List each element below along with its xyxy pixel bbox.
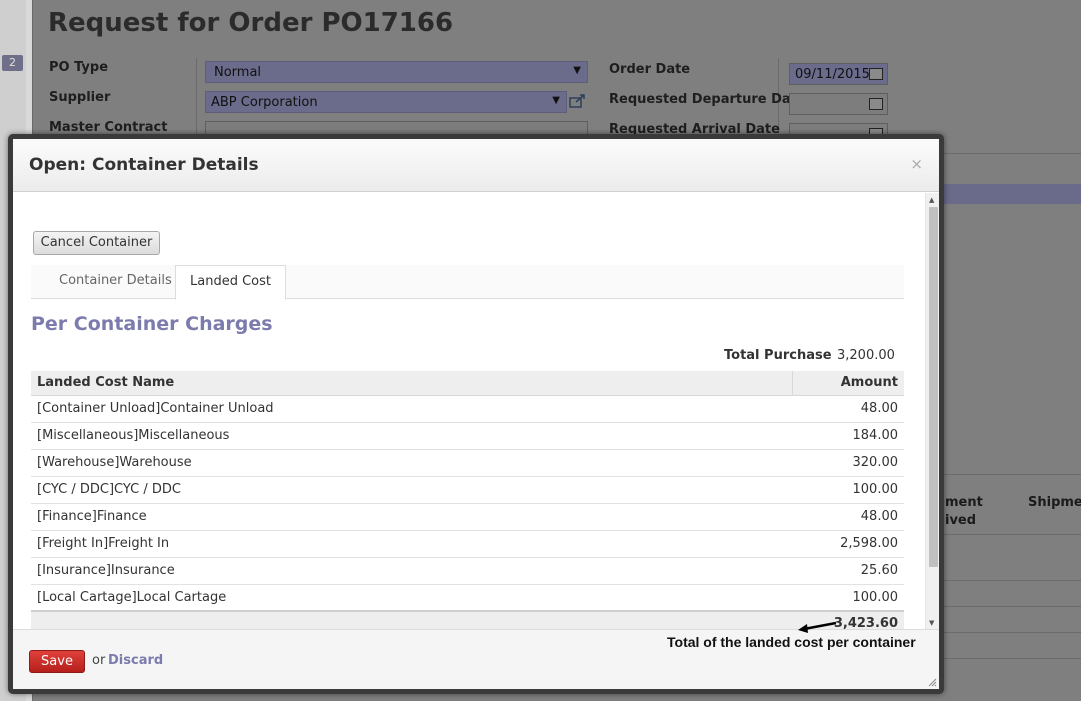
background-row-line	[944, 153, 1081, 173]
scroll-thumb[interactable]	[929, 207, 938, 567]
column-header-line: ment	[945, 495, 983, 510]
page-title-text: Request for Order	[48, 8, 313, 38]
order-date-value: 09/11/2015	[795, 67, 870, 82]
close-icon[interactable]: ×	[910, 155, 923, 173]
or-text: or	[92, 653, 106, 668]
modal-scrollbar[interactable]: ▲ ▼	[925, 193, 939, 629]
landed-cost-name: [Container Unload]Container Unload	[31, 395, 792, 423]
table-row[interactable]: [Local Cartage]Local Cartage 100.00	[31, 584, 904, 612]
section-title: Per Container Charges	[31, 313, 273, 335]
calendar-icon[interactable]	[869, 68, 883, 80]
po-type-value: Normal	[214, 65, 262, 80]
order-date-label: Order Date	[609, 62, 691, 77]
modal-title: Open: Container Details	[29, 155, 259, 175]
table-row[interactable]: [Freight In]Freight In 2,598.00	[31, 530, 904, 558]
landed-cost-name: [Warehouse]Warehouse	[31, 449, 792, 477]
landed-cost-amount: 100.00	[792, 476, 904, 504]
landed-cost-amount: 100.00	[792, 584, 904, 612]
container-details-modal: Open: Container Details × Cancel Contain…	[8, 134, 944, 694]
requested-departure-date-label: Requested Departure Date	[609, 92, 806, 107]
table-row[interactable]: [CYC / DDC]CYC / DDC 100.00	[31, 476, 904, 504]
po-number: PO17166	[321, 8, 454, 38]
background-row-line	[944, 580, 1081, 600]
discard-link[interactable]: Discard	[108, 653, 163, 668]
field-divider	[196, 58, 197, 138]
supplier-select[interactable]: ABP Corporation ▼	[205, 91, 567, 113]
background-row-line	[944, 534, 1081, 554]
table-row[interactable]: [Insurance]Insurance 25.60	[31, 557, 904, 585]
po-type-label: PO Type	[49, 60, 109, 75]
scroll-up-icon[interactable]: ▲	[929, 196, 934, 204]
tab-bar: Container Details Landed Cost	[31, 265, 904, 300]
background-column-header: Shipmen	[1028, 495, 1081, 510]
landed-cost-name: [Local Cartage]Local Cartage	[31, 584, 792, 612]
landed-cost-name: [Miscellaneous]Miscellaneous	[31, 422, 792, 450]
supplier-value: ABP Corporation	[211, 95, 318, 110]
table-row[interactable]: [Warehouse]Warehouse 320.00	[31, 449, 904, 477]
background-row-line	[944, 658, 1081, 678]
column-header-line: ived	[945, 513, 977, 528]
external-link-icon[interactable]	[569, 93, 587, 109]
calendar-icon[interactable]	[869, 98, 883, 110]
cancel-container-button[interactable]: Cancel Container	[33, 231, 160, 255]
resize-grip-icon[interactable]	[927, 677, 937, 687]
po-type-select[interactable]: Normal ▼	[205, 61, 588, 83]
landed-cost-amount: 48.00	[792, 503, 904, 531]
tab-landed-cost[interactable]: Landed Cost	[175, 265, 286, 300]
table-row[interactable]: [Container Unload]Container Unload 48.00	[31, 395, 904, 423]
dropdown-caret-icon: ▼	[552, 95, 560, 106]
total-purchase-label: Total Purchase	[724, 348, 832, 363]
tab-container-details[interactable]: Container Details	[45, 265, 186, 298]
save-button[interactable]: Save	[29, 650, 85, 673]
table-row[interactable]: [Finance]Finance 48.00	[31, 503, 904, 531]
background-highlight-band	[944, 184, 1081, 204]
landed-cost-name: [Finance]Finance	[31, 503, 792, 531]
modal-body: Cancel Container Container Details Lande…	[13, 193, 939, 629]
order-date-field[interactable]: 09/11/2015	[789, 63, 888, 85]
landed-cost-amount: 2,598.00	[792, 530, 904, 558]
total-spacer	[31, 610, 792, 629]
landed-cost-name: [CYC / DDC]CYC / DDC	[31, 476, 792, 504]
annotation-text: Total of the landed cost per container	[667, 634, 916, 650]
landed-cost-table: Landed Cost Name Amount [Container Unloa…	[31, 371, 904, 629]
table-row[interactable]: [Miscellaneous]Miscellaneous 184.00	[31, 422, 904, 450]
landed-cost-amount: 25.60	[792, 557, 904, 585]
background-row-line	[944, 606, 1081, 626]
landed-cost-amount: 184.00	[792, 422, 904, 450]
requested-departure-date-field[interactable]	[789, 93, 888, 115]
landed-cost-name: [Insurance]Insurance	[31, 557, 792, 585]
supplier-label: Supplier	[49, 90, 111, 105]
background-row-line	[944, 474, 1081, 494]
scroll-down-icon[interactable]: ▼	[929, 619, 934, 627]
page-title: Request for Order PO17166	[48, 8, 453, 38]
landed-cost-name: [Freight In]Freight In	[31, 530, 792, 558]
landed-cost-amount: 320.00	[792, 449, 904, 477]
annotation-arrow-icon	[798, 621, 837, 633]
background-column-header: ment ived	[945, 494, 983, 530]
master-contract-label: Master Contract	[49, 120, 168, 135]
dropdown-caret-icon: ▼	[573, 65, 581, 76]
table-total-row: 3,423.60	[31, 610, 904, 629]
column-header-amount[interactable]: Amount	[791, 371, 904, 396]
column-header-name[interactable]: Landed Cost Name	[31, 371, 792, 396]
total-purchase-value: 3,200.00	[837, 348, 895, 363]
landed-cost-amount: 48.00	[792, 395, 904, 423]
background-row-line	[944, 632, 1081, 652]
table-header-row: Landed Cost Name Amount	[31, 371, 904, 396]
sidebar-badge[interactable]: 2	[2, 55, 23, 71]
modal-header: Open: Container Details ×	[13, 139, 939, 192]
